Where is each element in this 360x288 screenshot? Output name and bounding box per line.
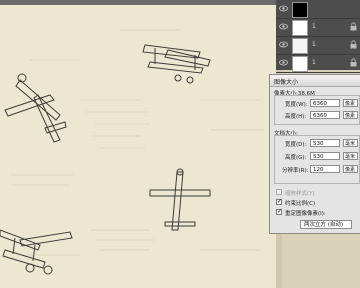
dialog-title: 图像大小 — [274, 79, 299, 86]
resample-image-label: 重定图像像素(I): — [285, 211, 326, 217]
layer-row[interactable]: 1 — [276, 54, 360, 73]
height-label: 高度(H): — [285, 114, 307, 120]
layer-row[interactable] — [276, 0, 360, 19]
constrain-proportions-label: 约束比例(C) — [285, 201, 316, 207]
doc-width-input[interactable]: 530 — [310, 139, 340, 147]
doc-width-label: 宽度(D): — [285, 142, 307, 148]
doc-height-unit-select[interactable]: 毫米 — [343, 152, 358, 160]
layer-thumbnail — [292, 20, 308, 36]
layer-name: 1 — [312, 41, 316, 48]
resolution-unit-select[interactable]: 像素 — [343, 165, 358, 173]
lock-icon — [350, 40, 357, 49]
lock-icon — [350, 22, 357, 31]
layer-row[interactable]: 1 — [276, 36, 360, 55]
biplane-sketch-2 — [0, 229, 73, 275]
monoplane-sketch-2 — [149, 168, 211, 231]
doc-height-input[interactable]: 530 — [310, 152, 340, 160]
resample-method-select[interactable]: 两次立方 (自动) — [300, 220, 352, 229]
doc-width-unit-select[interactable]: 毫米 — [343, 139, 358, 147]
document-canvas[interactable] — [0, 0, 282, 288]
constrain-proportions-checkbox[interactable] — [276, 198, 282, 205]
eye-icon[interactable] — [279, 23, 288, 30]
layer-name: 1 — [312, 23, 316, 30]
width-label: 宽度(W): — [285, 102, 308, 108]
dialog-titlebar[interactable]: 图像大小 — [270, 75, 360, 87]
resolution-label: 分辨率(R): — [282, 168, 309, 174]
scale-styles-label: 缩放样式(Y) — [285, 191, 315, 197]
pixel-width-unit-select[interactable]: 像素 — [343, 99, 358, 107]
pixel-width-input[interactable]: 6360 — [310, 99, 340, 107]
eye-icon[interactable] — [279, 59, 288, 66]
doc-height-label: 高度(G): — [285, 155, 307, 161]
biplane-sketch-1 — [142, 44, 211, 84]
eye-icon[interactable] — [279, 41, 288, 48]
lock-icon — [350, 58, 357, 67]
layers-panel: 1 1 1 — [276, 0, 360, 73]
layer-name: 1 — [312, 59, 316, 66]
scale-styles-checkbox[interactable] — [276, 189, 282, 195]
eye-icon[interactable] — [279, 5, 288, 12]
resample-image-checkbox[interactable] — [276, 208, 282, 215]
layer-thumbnail — [292, 2, 308, 18]
image-size-dialog: 图像大小 像素大小:38.6M 宽度(W): 6360 像素 高度(H): 63… — [269, 74, 360, 234]
pixel-height-unit-select[interactable]: 像素 — [343, 111, 358, 119]
layer-thumbnail — [292, 56, 308, 72]
layer-row[interactable]: 1 — [276, 18, 360, 37]
monoplane-sketch — [4, 73, 67, 143]
layer-thumbnail — [292, 38, 308, 54]
pixel-height-input[interactable]: 6360 — [310, 111, 340, 119]
resolution-input[interactable]: 120 — [310, 165, 340, 173]
airplane-wallpaper-image — [0, 29, 265, 275]
